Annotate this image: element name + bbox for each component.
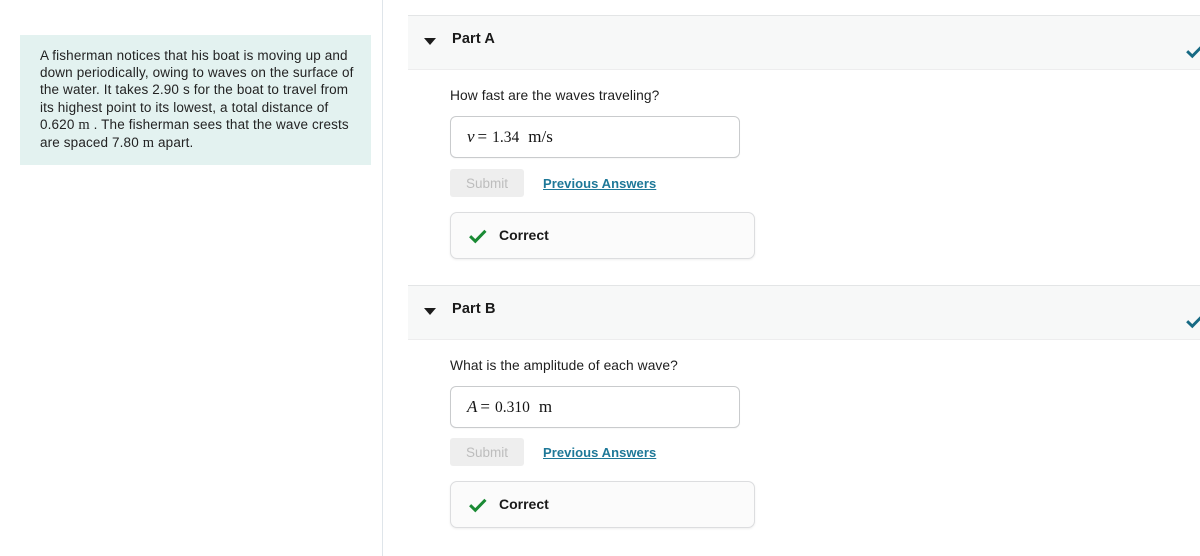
previous-answers-link-a[interactable]: Previous Answers [543,176,656,191]
answer-symbol-a: v [467,127,475,146]
part-title-b: Part B [452,301,496,317]
answer-expression-b: A = 0.310 m [467,397,552,417]
caret-down-icon[interactable] [424,38,436,45]
feedback-label-a: Correct [499,227,549,243]
caret-down-icon[interactable] [424,308,436,315]
feedback-label-b: Correct [499,496,549,512]
check-icon [469,228,487,246]
problem-line-3: the water. It takes 2.90 s for the boat … [40,82,349,98]
submit-button-b[interactable]: Submit [450,438,524,466]
answer-value-b: 0.310 [494,399,530,416]
problem-statement-text: A fisherman notices that his boat is mov… [40,47,357,152]
problem-line-5: 0.620 m . The fisherman sees that the wa… [40,116,349,133]
answer-unit-a: m/s [528,127,553,146]
feedback-box-b: Correct [450,481,755,528]
problem-line-1: A fisherman notices that his boat is mov… [40,48,348,63]
feedback-box-a: Correct [450,212,755,259]
answer-input-a[interactable]: v = 1.34 m/s [450,116,740,158]
part-header-b[interactable]: Part B [408,285,1200,340]
question-text-b: What is the amplitude of each wave? [450,358,678,373]
check-icon [1186,43,1200,61]
answer-symbol-b: A [467,397,478,416]
check-icon [1186,313,1200,331]
problem-line-6: are spaced 7.80 m apart. [40,135,194,152]
check-icon [469,497,487,515]
answer-panel: Part A How fast are the waves traveling?… [383,0,1200,556]
answer-value-a: 1.34 [492,129,520,146]
problem-statement-card: A fisherman notices that his boat is mov… [20,35,371,166]
part-title-a: Part A [452,31,496,47]
question-text-a: How fast are the waves traveling? [450,88,660,103]
answer-expression-a: v = 1.34 m/s [467,127,553,147]
problem-line-2: down periodically, owing to waves on the… [40,65,354,81]
previous-answers-link-b[interactable]: Previous Answers [543,445,656,460]
problem-panel: A fisherman notices that his boat is mov… [0,0,382,556]
answer-input-b[interactable]: A = 0.310 m [450,386,740,428]
part-header-a[interactable]: Part A [408,15,1200,70]
answer-equals-a: = [477,127,488,146]
answer-equals-b: = [480,397,490,416]
submit-button-a[interactable]: Submit [450,169,524,197]
problem-line-4: its highest point to its lowest, a total… [40,99,329,115]
answer-unit-b: m [538,397,553,416]
